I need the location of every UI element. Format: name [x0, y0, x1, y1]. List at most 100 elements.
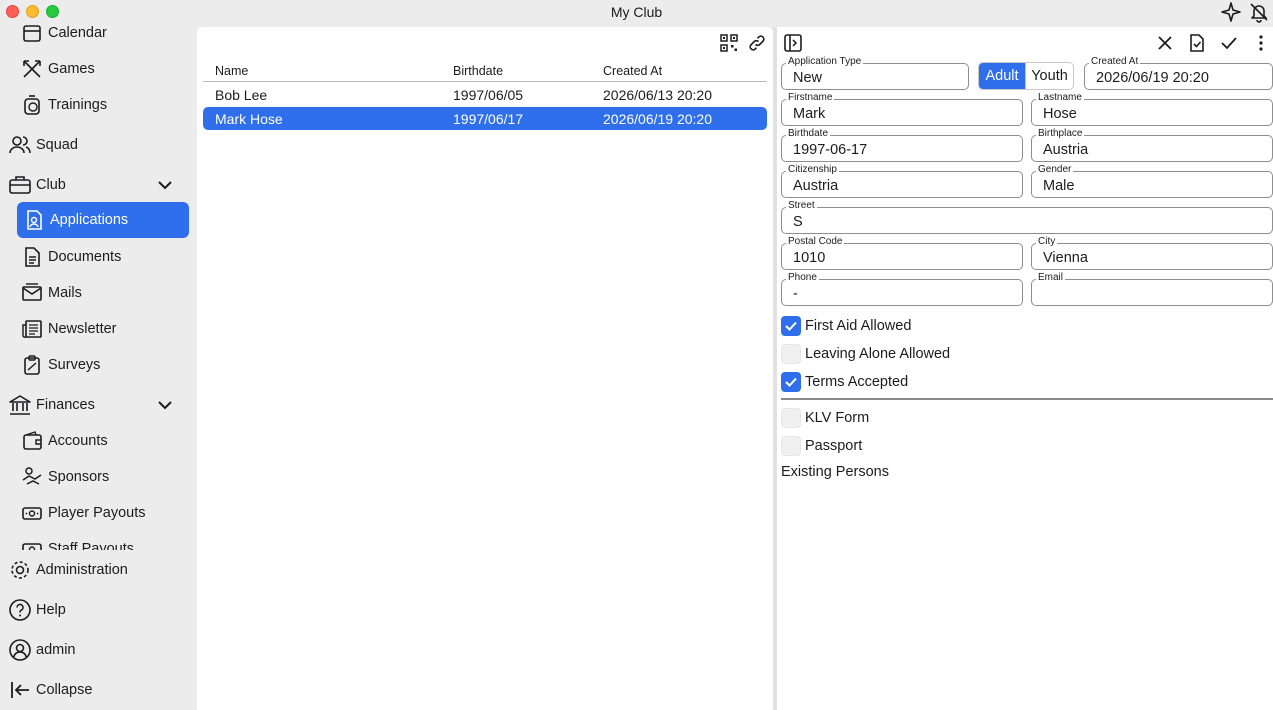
handshake-icon — [20, 465, 44, 489]
sidebar-item-label: Sponsors — [48, 469, 110, 485]
table-row-selected[interactable]: Mark Hose 1997/06/17 2026/06/19 20:20 — [203, 107, 767, 130]
column-header-created-at[interactable]: Created At — [603, 64, 662, 78]
sidebar-item-documents[interactable]: Documents — [20, 239, 190, 275]
sidebar-item-label: Documents — [48, 249, 122, 265]
field-label: Created At — [1089, 56, 1141, 68]
checkbox-label: First Aid Allowed — [805, 318, 912, 334]
phone-field[interactable]: Phone - — [781, 272, 1023, 306]
field-label: Email — [1036, 272, 1066, 284]
sidebar-item-label: Administration — [36, 562, 128, 578]
segment-youth[interactable]: Youth — [1025, 63, 1073, 89]
field-value: New — [793, 70, 823, 86]
column-header-name[interactable]: Name — [215, 64, 248, 78]
field-label: Birthdate — [786, 128, 831, 140]
klv-form-checkbox-row[interactable]: KLV Form — [781, 407, 869, 429]
leaving-alone-checkbox-row[interactable]: Leaving Alone Allowed — [781, 343, 950, 365]
sidebar-item-sponsors[interactable]: Sponsors — [20, 459, 190, 495]
sidebar-item-collapse[interactable]: Collapse — [8, 672, 190, 708]
application-type-select[interactable]: Application Type New — [781, 56, 969, 90]
document-check-icon[interactable] — [1187, 33, 1207, 53]
sparkle-icon[interactable] — [1220, 1, 1242, 23]
banknote-icon — [20, 501, 44, 525]
postal-code-field[interactable]: Postal Code 1010 — [781, 236, 1023, 270]
cell-name: Mark Hose — [215, 111, 283, 127]
sidebar-item-club[interactable]: Club — [8, 167, 190, 203]
sidebar-item-label: Staff Payouts — [48, 541, 134, 550]
bank-icon — [8, 393, 32, 417]
sidebar-item-squad[interactable]: Squad — [8, 127, 190, 163]
sidebar-item-admin[interactable]: admin — [8, 632, 190, 668]
newspaper-icon — [20, 317, 44, 341]
first-aid-checkbox-row[interactable]: First Aid Allowed — [781, 315, 911, 337]
passport-checkbox-row[interactable]: Passport — [781, 435, 862, 457]
field-value: Austria — [793, 178, 839, 194]
mail-icon — [20, 281, 44, 305]
street-field[interactable]: Street S — [781, 200, 1273, 234]
more-options-icon[interactable] — [1251, 33, 1271, 53]
sidebar-item-trainings[interactable]: Trainings — [20, 87, 190, 123]
checkmark-icon[interactable] — [1219, 33, 1239, 53]
gender-field[interactable]: Gender Male — [1031, 164, 1273, 198]
leaving-alone-checkbox[interactable] — [781, 344, 801, 364]
field-value: 1997-06-17 — [793, 142, 868, 158]
column-header-birthdate[interactable]: Birthdate — [453, 64, 503, 78]
sidebar-item-finances[interactable]: Finances — [8, 387, 190, 423]
checkbox-label: Passport — [805, 438, 863, 454]
sidebar-item-administration[interactable]: Administration — [8, 552, 190, 588]
segment-adult[interactable]: Adult — [979, 63, 1026, 89]
sidebar-item-label: Help — [36, 602, 66, 618]
document-icon — [20, 245, 44, 269]
checkbox-label: Terms Accepted — [805, 374, 909, 390]
bell-off-icon[interactable] — [1248, 1, 1270, 23]
briefcase-icon — [8, 173, 32, 197]
table-header: Name Birthdate Created At — [203, 63, 767, 82]
chevron-down-icon[interactable] — [156, 396, 174, 414]
sidebar-item-label: Finances — [36, 397, 95, 413]
sidebar-item-calendar[interactable]: Calendar — [20, 24, 190, 51]
first-aid-checkbox[interactable] — [781, 316, 801, 336]
field-label: Application Type — [786, 56, 864, 68]
birthdate-field[interactable]: Birthdate 1997-06-17 — [781, 128, 1023, 162]
sidebar-item-mails[interactable]: Mails — [20, 275, 190, 311]
sidebar-item-games[interactable]: Games — [20, 51, 190, 87]
qr-code-icon[interactable] — [719, 33, 739, 53]
field-label: Lastname — [1036, 92, 1084, 104]
passport-checkbox[interactable] — [781, 436, 801, 456]
person-document-icon — [22, 208, 46, 232]
field-value: Hose — [1043, 106, 1077, 122]
banknote-icon — [20, 537, 44, 550]
link-icon[interactable] — [747, 33, 767, 53]
cell-created-at: 2026/06/19 20:20 — [603, 111, 712, 127]
sidebar-item-player-payouts[interactable]: Player Payouts — [20, 495, 190, 531]
table-row[interactable]: Bob Lee 1997/06/05 2026/06/13 20:20 — [203, 83, 767, 106]
birthplace-field[interactable]: Birthplace Austria — [1031, 128, 1273, 162]
sidebar-item-staff-payouts[interactable]: Staff Payouts — [20, 531, 190, 550]
email-field[interactable]: Email — [1031, 272, 1273, 306]
klv-form-checkbox[interactable] — [781, 408, 801, 428]
terms-accepted-checkbox[interactable] — [781, 372, 801, 392]
sidebar-item-label: Trainings — [48, 97, 108, 113]
cell-created-at: 2026/06/13 20:20 — [603, 87, 712, 103]
citizenship-field[interactable]: Citizenship Austria — [781, 164, 1023, 198]
field-label: Birthplace — [1036, 128, 1085, 140]
close-icon[interactable] — [1155, 33, 1175, 53]
sidebar-item-newsletter[interactable]: Newsletter — [20, 311, 190, 347]
terms-accepted-checkbox-row[interactable]: Terms Accepted — [781, 371, 908, 393]
chevron-down-icon[interactable] — [156, 176, 174, 194]
created-at-field[interactable]: Created At 2026/06/19 20:20 — [1084, 56, 1273, 90]
stopwatch-icon — [20, 93, 44, 117]
city-field[interactable]: City Vienna — [1031, 236, 1273, 270]
age-group-segmented-control[interactable]: Adult Youth — [978, 62, 1074, 90]
field-label: City — [1036, 236, 1058, 248]
sidebar-toggle-icon[interactable] — [783, 33, 803, 53]
sidebar-item-accounts[interactable]: Accounts — [20, 423, 190, 459]
firstname-field[interactable]: Firstname Mark — [781, 92, 1023, 126]
sidebar-item-applications[interactable]: Applications — [17, 202, 189, 238]
cell-birthdate: 1997/06/05 — [453, 87, 524, 103]
sidebar-item-help[interactable]: Help — [8, 592, 190, 628]
field-label: Firstname — [786, 92, 835, 104]
sidebar-item-surveys[interactable]: Surveys — [20, 347, 190, 383]
field-label: Gender — [1036, 164, 1074, 176]
sidebar-scroll-area[interactable]: Calendar Games Trainings Squad Club Appl… — [0, 24, 197, 550]
lastname-field[interactable]: Lastname Hose — [1031, 92, 1273, 126]
